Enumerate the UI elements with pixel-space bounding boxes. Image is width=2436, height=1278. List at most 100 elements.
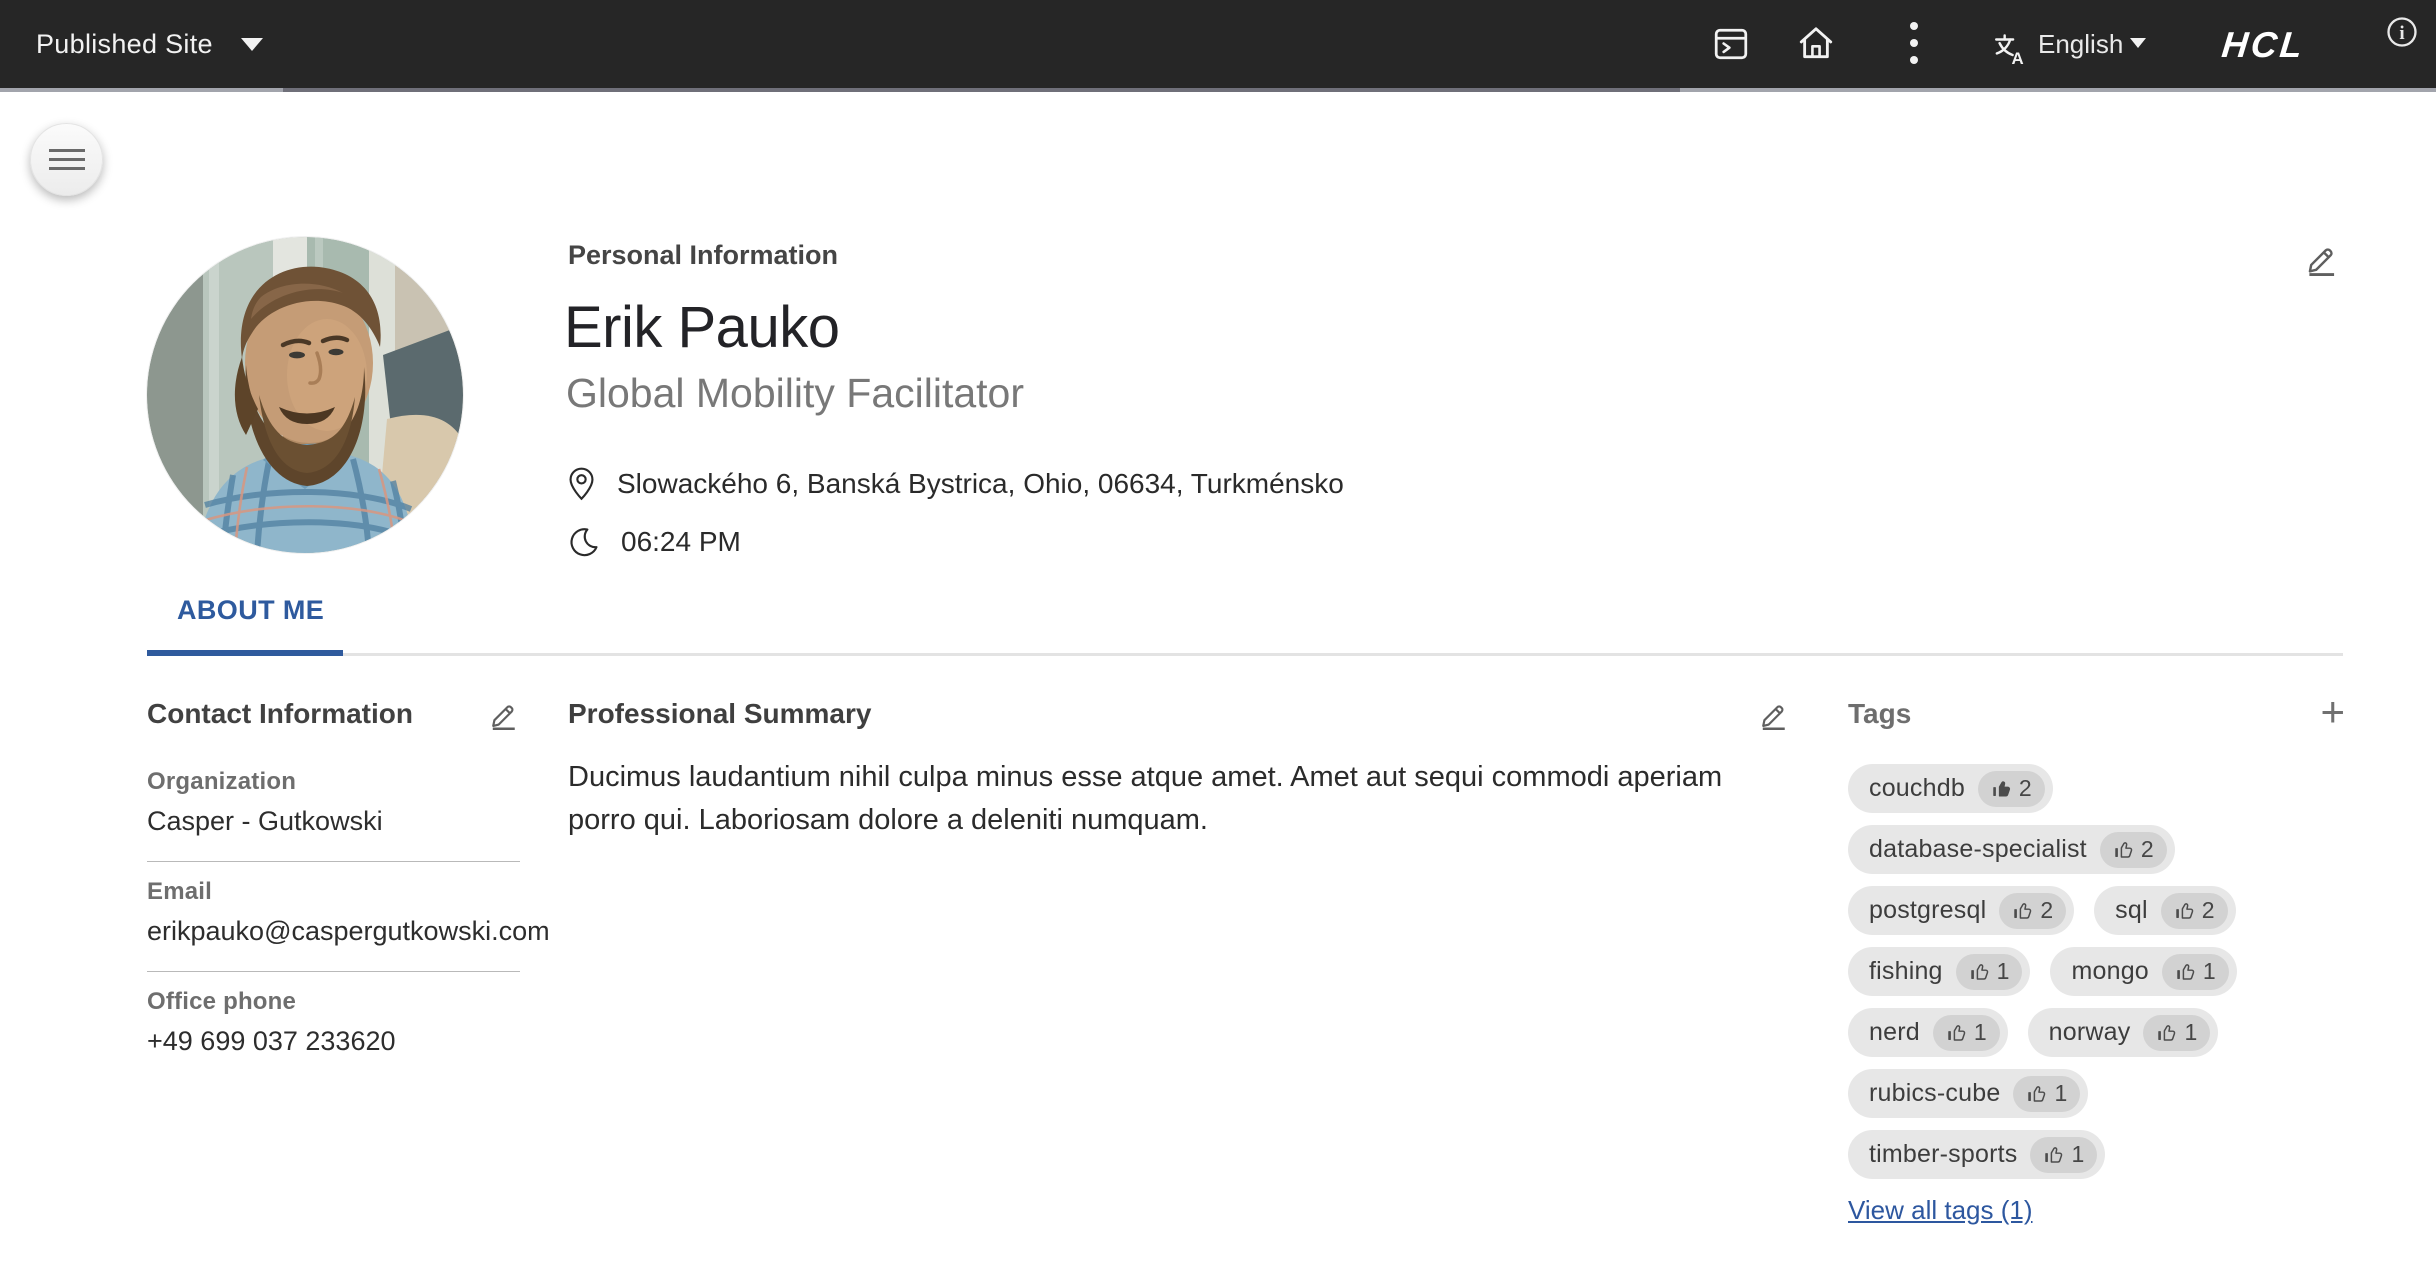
tag-like-count: 1 — [2071, 1141, 2084, 1168]
tag-like-button[interactable]: 1 — [1956, 954, 2023, 990]
horizontal-scrollbar[interactable] — [0, 88, 2436, 92]
tag-like-button[interactable]: 1 — [2162, 954, 2229, 990]
tag-label: database-specialist — [1869, 835, 2087, 864]
tag-pill[interactable]: postgresql 2 — [1848, 886, 2074, 935]
moon-icon — [568, 526, 599, 559]
thumbs-up-icon — [2026, 1083, 2047, 1104]
tag-label: norway — [2049, 1018, 2131, 1047]
top-bar: Published Site — [0, 0, 2436, 88]
tag-like-button[interactable]: 2 — [2161, 893, 2228, 929]
tag-pill[interactable]: mongo 1 — [2050, 947, 2236, 996]
tag-pill[interactable]: norway 1 — [2028, 1008, 2219, 1057]
thumbs-up-icon — [2175, 961, 2196, 982]
chevron-down-icon — [2130, 38, 2146, 48]
professional-summary-heading: Professional Summary — [568, 698, 871, 730]
more-options-button[interactable] — [1910, 22, 1918, 64]
panel-window-icon — [1712, 25, 1750, 63]
thumbs-up-icon — [1969, 961, 1990, 982]
thumbs-up-icon — [2043, 1144, 2064, 1165]
tag-like-count: 2 — [2019, 775, 2032, 802]
contact-field-value: erikpauko@caspergutkowski.com — [147, 916, 520, 947]
language-selector-icon[interactable]: A — [1992, 30, 2030, 68]
profile-photo — [147, 237, 463, 553]
person-job-title: Global Mobility Facilitator — [566, 370, 1024, 417]
tag-like-button[interactable]: 1 — [1933, 1015, 2000, 1051]
kebab-dot — [1910, 39, 1918, 47]
edit-pencil-icon — [2304, 240, 2340, 276]
hcl-logo: HCL — [2220, 24, 2307, 66]
contact-information-heading: Contact Information — [147, 698, 413, 730]
tag-pill[interactable]: database-specialist 2 — [1848, 825, 2175, 874]
contact-field: Email erikpauko@caspergutkowski.com — [147, 862, 520, 972]
contact-field: Office phone +49 699 037 233620 — [147, 972, 520, 1081]
contact-fields: Organization Casper - Gutkowski Email er… — [147, 752, 520, 1081]
tag-pill[interactable]: fishing 1 — [1848, 947, 2030, 996]
app-panel-icon[interactable] — [1712, 25, 1750, 63]
home-icon — [1796, 24, 1836, 62]
svg-text:i: i — [2399, 23, 2404, 44]
thumbs-up-icon — [2012, 900, 2033, 921]
tag-label: couchdb — [1869, 774, 1965, 803]
info-icon: i — [2384, 14, 2420, 50]
contact-field-label: Organization — [147, 768, 520, 796]
tag-label: postgresql — [1869, 896, 1986, 925]
tab-divider — [147, 653, 2343, 656]
contact-field-value: Casper - Gutkowski — [147, 806, 520, 837]
view-all-tags-link[interactable]: View all tags (1) — [1848, 1195, 2033, 1226]
language-chevron[interactable] — [2130, 38, 2146, 48]
tags-section: Tags + couchdb 2 database-specialist — [1848, 698, 2345, 1226]
tab-active-indicator — [147, 650, 343, 656]
add-tag-button[interactable]: + — [2320, 698, 2345, 726]
scrollbar-thumb[interactable] — [283, 88, 1680, 92]
personal-information-title: Personal Information — [568, 240, 838, 271]
tag-like-button[interactable]: 1 — [2030, 1137, 2097, 1173]
tag-pill[interactable]: couchdb 2 — [1848, 764, 2053, 813]
tag-label: sql — [2115, 896, 2148, 925]
thumbs-up-icon — [1946, 1022, 1967, 1043]
tag-like-button[interactable]: 1 — [2143, 1015, 2210, 1051]
edit-professional-summary-button[interactable] — [1758, 698, 1790, 730]
language-selector[interactable]: English — [2038, 0, 2123, 88]
tags-heading: Tags — [1848, 698, 1911, 730]
tag-like-button[interactable]: 2 — [2100, 832, 2167, 868]
tag-like-button[interactable]: 2 — [1999, 893, 2066, 929]
tag-like-count: 2 — [2202, 897, 2215, 924]
contact-field-label: Office phone — [147, 988, 520, 1016]
edit-personal-information-button[interactable] — [2304, 240, 2340, 276]
tag-pill[interactable]: timber-sports 1 — [1848, 1130, 2105, 1179]
tag-label: fishing — [1869, 957, 1943, 986]
person-name: Erik Pauko — [564, 294, 839, 361]
tag-label: timber-sports — [1869, 1140, 2017, 1169]
edit-contact-information-button[interactable] — [488, 698, 520, 730]
tag-pill[interactable]: sql 2 — [2094, 886, 2235, 935]
professional-summary-section: Professional Summary Ducimus laudantium … — [568, 698, 1790, 842]
tag-pill[interactable]: nerd 1 — [1848, 1008, 2008, 1057]
site-selector[interactable]: Published Site — [36, 0, 263, 88]
tab-about-me[interactable]: ABOUT ME — [147, 588, 354, 632]
contact-field-label: Email — [147, 878, 520, 906]
menu-button[interactable] — [30, 123, 103, 196]
hamburger-icon — [49, 149, 85, 171]
tag-like-button[interactable]: 1 — [2013, 1076, 2080, 1112]
contact-field: Organization Casper - Gutkowski — [147, 752, 520, 862]
tag-like-count: 1 — [1997, 958, 2010, 985]
local-time-row: 06:24 PM — [568, 520, 741, 564]
home-button[interactable] — [1796, 24, 1836, 62]
avatar — [147, 237, 463, 553]
tag-like-button[interactable]: 2 — [1978, 771, 2045, 807]
info-button[interactable]: i — [2384, 14, 2420, 50]
kebab-dot — [1910, 56, 1918, 64]
location-pin-icon — [568, 467, 595, 501]
thumbs-up-icon — [2113, 839, 2134, 860]
translate-icon: A — [1992, 30, 2030, 68]
local-time-text: 06:24 PM — [621, 526, 741, 558]
tag-label: nerd — [1869, 1018, 1920, 1047]
address-row: Slowackého 6, Banská Bystrica, Ohio, 066… — [568, 462, 1344, 506]
language-label: English — [2038, 29, 2123, 60]
tag-like-count: 1 — [2203, 958, 2216, 985]
tag-pill[interactable]: rubics-cube 1 — [1848, 1069, 2088, 1118]
tag-label: mongo — [2071, 957, 2148, 986]
contact-information-section: Contact Information Organization Casper … — [147, 698, 520, 1081]
tag-like-count: 2 — [2040, 897, 2053, 924]
tag-like-count: 1 — [1974, 1019, 1987, 1046]
